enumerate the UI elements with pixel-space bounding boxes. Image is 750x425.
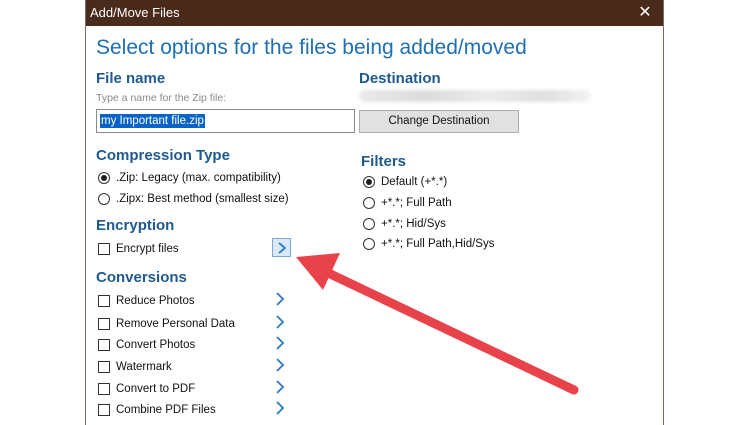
remove-personal-data-chevron-right-icon[interactable] <box>274 314 288 330</box>
convert-photos-chevron-right-icon[interactable] <box>274 335 288 351</box>
compression-type-title: Compression Type <box>96 147 230 164</box>
filter-option-default[interactable]: Default (+*.*) <box>363 174 447 190</box>
change-destination-button[interactable]: Change Destination <box>359 110 519 133</box>
filter-full-path-radio[interactable] <box>363 197 375 209</box>
remove-personal-data-checkbox[interactable] <box>98 318 110 330</box>
convert-photos-checkbox[interactable] <box>98 339 110 351</box>
file-name-hint: Type a name for the Zip file: <box>96 92 227 104</box>
add-move-files-dialog: Add/Move Files ✕ Select options for the … <box>85 0 664 425</box>
encrypt-files-option[interactable]: Encrypt files <box>98 241 179 257</box>
file-name-value: my Important file.zip <box>100 114 205 128</box>
reduce-photos-checkbox[interactable] <box>98 295 110 307</box>
convert-photos-option[interactable]: Convert Photos <box>98 337 195 353</box>
window-title: Add/Move Files <box>90 5 180 20</box>
reduce-photos-label: Reduce Photos <box>116 295 195 307</box>
destination-path-redacted <box>359 90 591 102</box>
convert-to-pdf-option[interactable]: Convert to PDF <box>98 381 195 397</box>
convert-to-pdf-checkbox[interactable] <box>98 383 110 395</box>
combine-pdf-files-checkbox[interactable] <box>98 404 110 416</box>
title-bar: Add/Move Files ✕ <box>86 0 663 26</box>
dialog-heading: Select options for the files being added… <box>96 36 527 59</box>
filter-option-hid-sys[interactable]: +*.*; Hid/Sys <box>363 216 446 232</box>
remove-personal-data-label: Remove Personal Data <box>116 318 235 330</box>
filter-option-full-path-hid-sys[interactable]: +*.*; Full Path,Hid/Sys <box>363 236 494 252</box>
filter-hid-sys-radio[interactable] <box>363 218 375 230</box>
convert-photos-label: Convert Photos <box>116 339 196 351</box>
encrypt-files-checkbox[interactable] <box>98 243 110 255</box>
close-icon[interactable]: ✕ <box>635 3 655 23</box>
filter-default-radio[interactable] <box>363 176 375 188</box>
compression-option-zip[interactable]: .Zip: Legacy (max. compatibility) <box>98 170 281 186</box>
filter-default-label: Default (+*.*) <box>381 176 448 188</box>
filter-full-path-hid-sys-radio[interactable] <box>363 238 375 250</box>
file-name-input[interactable]: my Important file.zip <box>96 109 355 133</box>
compression-zip-label: .Zip: Legacy (max. compatibility) <box>116 172 281 184</box>
watermark-label: Watermark <box>116 361 172 373</box>
compression-option-zipx[interactable]: .Zipx: Best method (smallest size) <box>98 191 289 207</box>
filters-title: Filters <box>361 153 407 170</box>
destination-title: Destination <box>359 70 441 87</box>
encrypt-files-label: Encrypt files <box>116 243 179 255</box>
screenshot-stage: Add/Move Files ✕ Select options for the … <box>0 0 750 425</box>
watermark-option[interactable]: Watermark <box>98 359 172 375</box>
watermark-checkbox[interactable] <box>98 361 110 373</box>
filter-hid-sys-label: +*.*; Hid/Sys <box>381 218 446 230</box>
filter-full-path-label: +*.*; Full Path <box>381 197 452 209</box>
reduce-photos-chevron-right-icon[interactable] <box>274 291 288 307</box>
encrypt-files-chevron-right-icon[interactable] <box>272 238 291 257</box>
filter-full-path-hid-sys-label: +*.*; Full Path,Hid/Sys <box>381 238 495 250</box>
watermark-chevron-right-icon[interactable] <box>274 357 288 373</box>
compression-zip-radio[interactable] <box>98 172 110 184</box>
remove-personal-data-option[interactable]: Remove Personal Data <box>98 316 235 332</box>
reduce-photos-option[interactable]: Reduce Photos <box>98 293 195 309</box>
conversions-title: Conversions <box>96 269 187 286</box>
combine-pdf-files-label: Combine PDF Files <box>116 404 216 416</box>
combine-pdf-files-chevron-right-icon[interactable] <box>274 400 288 416</box>
compression-zipx-label: .Zipx: Best method (smallest size) <box>116 193 289 205</box>
filter-option-full-path[interactable]: +*.*; Full Path <box>363 195 452 211</box>
combine-pdf-files-option[interactable]: Combine PDF Files <box>98 402 216 418</box>
compression-zipx-radio[interactable] <box>98 193 110 205</box>
file-name-title: File name <box>96 70 166 87</box>
convert-to-pdf-chevron-right-icon[interactable] <box>274 379 288 395</box>
encryption-title: Encryption <box>96 217 175 234</box>
convert-to-pdf-label: Convert to PDF <box>116 383 196 395</box>
